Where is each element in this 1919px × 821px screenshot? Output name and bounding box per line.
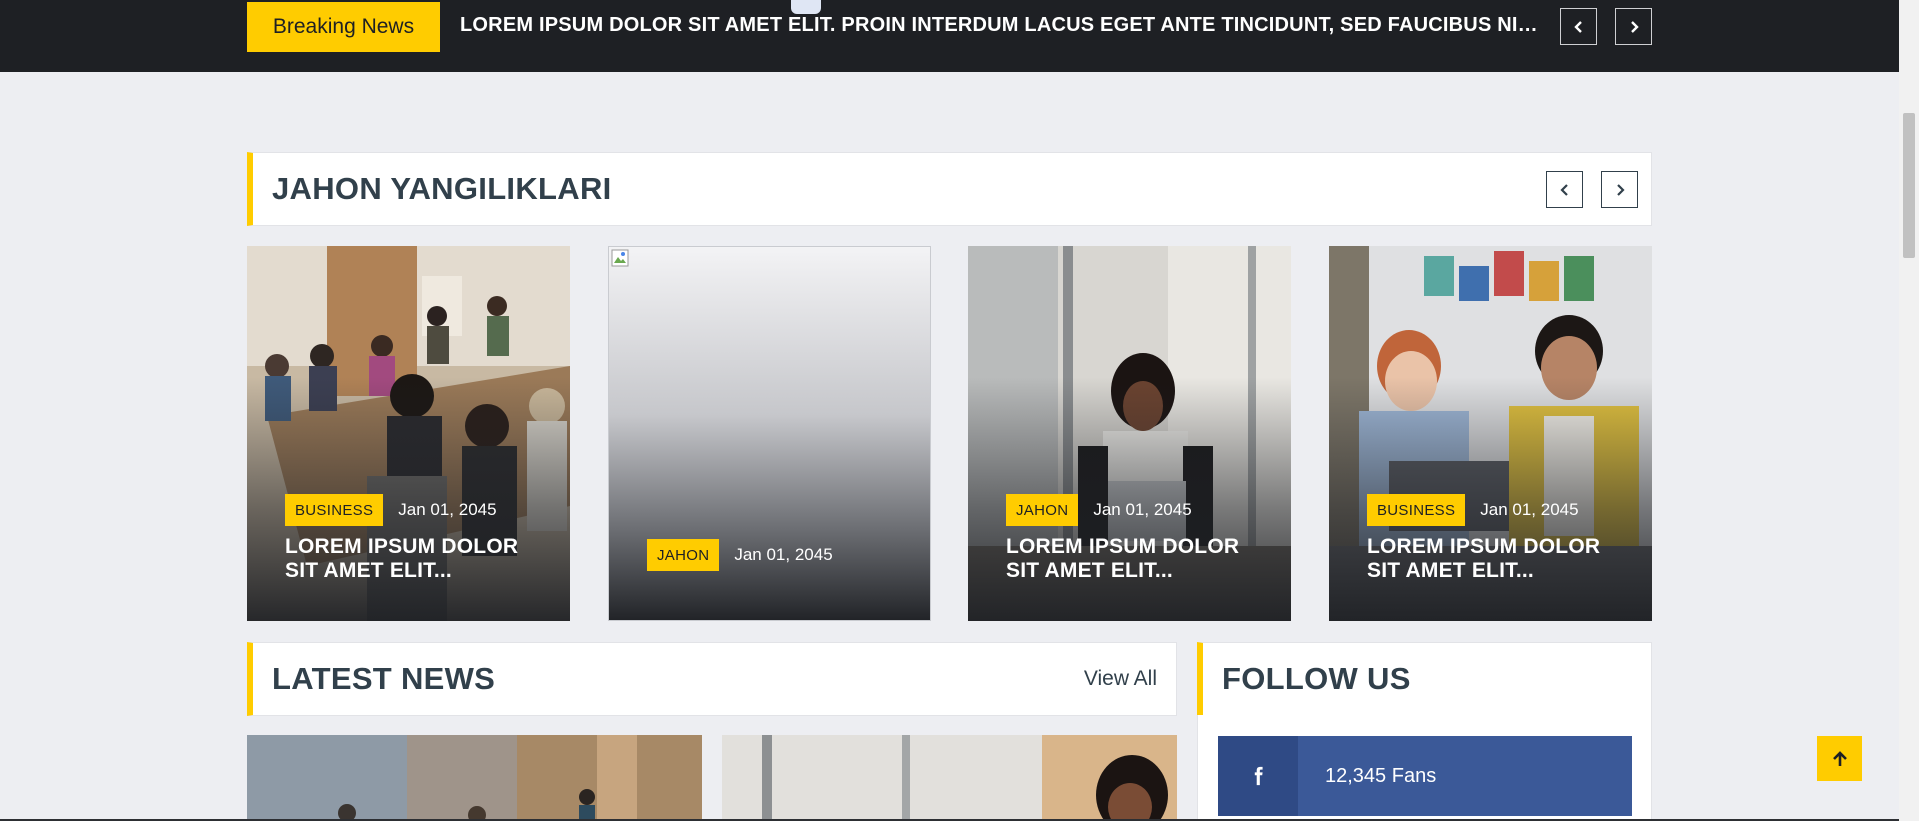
card-meta: BUSINESS Jan 01, 2045 xyxy=(285,494,497,526)
breaking-news-text[interactable]: LOREM IPSUM DOLOR SIT AMET ELIT. PROIN I… xyxy=(460,14,1540,37)
breaking-news-label: Breaking News xyxy=(247,2,440,52)
breaking-prev-button[interactable] xyxy=(1560,8,1597,45)
category-badge[interactable]: JAHON xyxy=(647,539,720,571)
latest-news-thumbnail[interactable] xyxy=(247,735,702,821)
card-headline[interactable]: LOREM IPSUM DOLOR SIT AMET ELIT... xyxy=(1367,535,1627,583)
follow-us-panel: 12,345 Fans xyxy=(1197,715,1652,821)
view-all-link[interactable]: View All xyxy=(1084,667,1176,691)
jahon-section-header: JAHON YANGILIKLARI xyxy=(247,152,1652,226)
facebook-icon xyxy=(1254,766,1263,786)
card-headline[interactable]: LOREM IPSUM DOLOR SIT AMET ELIT... xyxy=(1006,535,1266,583)
news-card[interactable]: BUSINESS Jan 01, 2045 LOREM IPSUM DOLOR … xyxy=(1329,246,1652,621)
card-headline[interactable]: LOREM IPSUM DOLOR SIT AMET ELIT... xyxy=(285,535,545,583)
category-badge[interactable]: BUSINESS xyxy=(285,494,384,526)
card-meta: JAHON Jan 01, 2045 xyxy=(1006,494,1192,526)
jahon-next-button[interactable] xyxy=(1601,171,1638,208)
news-card[interactable]: JAHON Jan 01, 2045 LOREM IPSUM DOLOR SIT… xyxy=(968,246,1291,621)
news-card[interactable]: BUSINESS Jan 01, 2045 LOREM IPSUM DOLOR … xyxy=(247,246,570,621)
card-date: Jan 01, 2045 xyxy=(1480,500,1579,519)
facebook-fans-count: 12,345 Fans xyxy=(1325,764,1437,787)
latest-news-title: LATEST NEWS xyxy=(272,661,496,696)
chevron-right-icon xyxy=(1616,183,1625,196)
facebook-follow-link[interactable]: 12,345 Fans xyxy=(1218,736,1632,816)
latest-news-thumbnail[interactable] xyxy=(722,735,1177,821)
card-meta: JAHON Jan 01, 2045 xyxy=(647,539,833,571)
page-scrollbar[interactable] xyxy=(1899,0,1919,821)
back-to-top-button[interactable] xyxy=(1817,736,1862,781)
category-badge[interactable]: BUSINESS xyxy=(1367,494,1466,526)
scrollbar-thumb[interactable] xyxy=(1903,113,1915,258)
card-date: Jan 01, 2045 xyxy=(398,500,497,519)
breaking-news-bar: Breaking News LOREM IPSUM DOLOR SIT AMET… xyxy=(0,0,1899,72)
card-meta: BUSINESS Jan 01, 2045 xyxy=(1367,494,1579,526)
conference-photo xyxy=(247,735,702,821)
chevron-left-icon xyxy=(1573,20,1582,33)
follow-us-title: FOLLOW US xyxy=(1222,661,1411,696)
latest-news-header: LATEST NEWS View All xyxy=(247,642,1177,716)
card-date: Jan 01, 2045 xyxy=(734,545,833,564)
chevron-right-icon xyxy=(1630,20,1639,33)
facebook-icon-box xyxy=(1218,736,1298,816)
jahon-section-title: JAHON YANGILIKLARI xyxy=(272,171,612,206)
broken-image-icon xyxy=(611,249,629,267)
category-badge[interactable]: JAHON xyxy=(1006,494,1079,526)
news-card[interactable]: JAHON Jan 01, 2045 xyxy=(608,246,931,621)
breaking-next-button[interactable] xyxy=(1615,8,1652,45)
follow-us-header: FOLLOW US xyxy=(1197,642,1652,716)
jahon-prev-button[interactable] xyxy=(1546,171,1583,208)
translate-marker xyxy=(791,0,821,14)
arrow-up-icon xyxy=(1832,750,1847,766)
woman-office-photo xyxy=(722,735,1177,821)
card-date: Jan 01, 2045 xyxy=(1093,500,1192,519)
chevron-left-icon xyxy=(1559,183,1568,196)
